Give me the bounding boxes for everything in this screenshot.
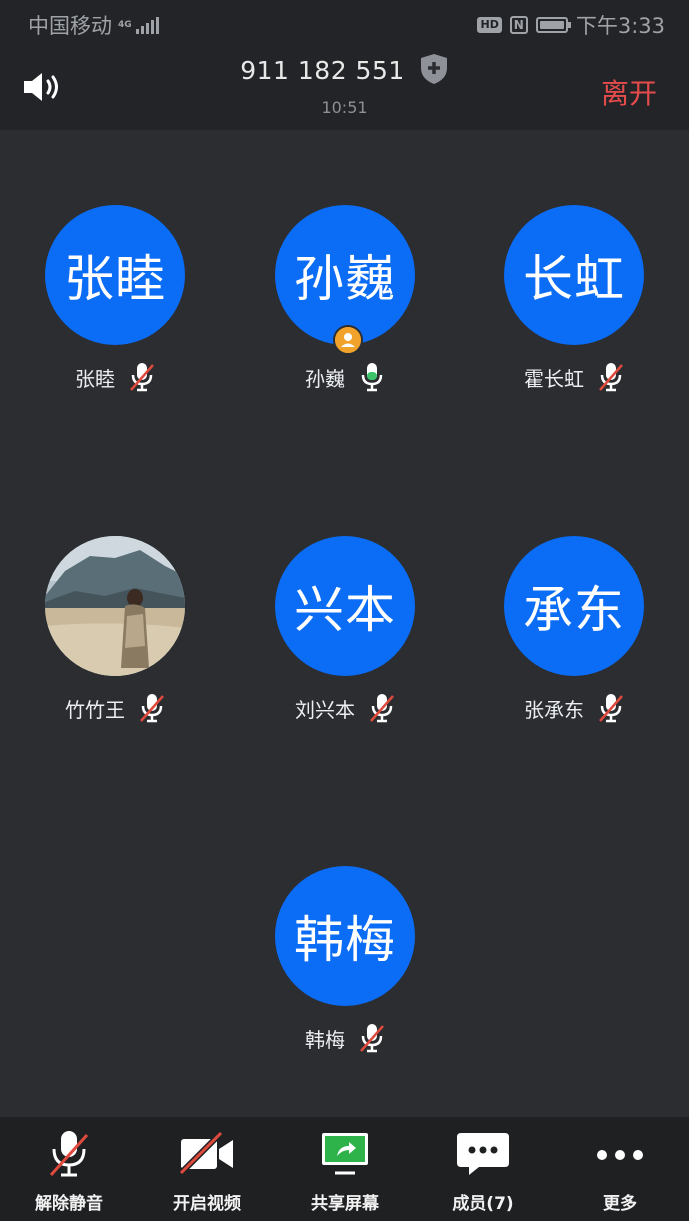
mic-active-icon <box>361 363 383 392</box>
unmute-button[interactable]: 解除静音 <box>0 1117 138 1221</box>
mic-muted-icon <box>130 363 154 392</box>
participant-name: 张承东 <box>524 697 584 722</box>
meeting-duration: 10:51 <box>321 98 368 117</box>
start-video-button[interactable]: 开启视频 <box>138 1117 276 1221</box>
meeting-header: 911 182 551 10:51 离开 <box>0 48 689 130</box>
participant-tile[interactable]: 竹竹王 <box>15 536 215 724</box>
clock: 下午3:33 <box>575 14 665 38</box>
mic-muted-icon <box>140 694 164 723</box>
more-dots-icon <box>597 1150 643 1160</box>
members-label: 成员(7) <box>452 1194 514 1214</box>
share-screen-label: 共享屏幕 <box>311 1194 379 1214</box>
security-shield-icon[interactable] <box>419 53 449 85</box>
battery-icon <box>535 17 571 33</box>
share-screen-icon <box>322 1133 368 1175</box>
unmute-label: 解除静音 <box>35 1194 103 1214</box>
participant-name: 孙巍 <box>305 366 345 391</box>
avatar-text: 承东 <box>523 581 625 639</box>
more-label: 更多 <box>603 1194 637 1214</box>
participant-tile[interactable]: 长虹 霍长虹 <box>474 205 674 393</box>
start-video-label: 开启视频 <box>173 1194 241 1214</box>
network-type: 4G <box>118 19 132 30</box>
carrier-label: 中国移动 <box>28 14 112 38</box>
avatar: 孙巍 <box>275 205 415 355</box>
meeting-toolbar: 解除静音 开启视频 共享屏幕 成员(7) 更多 <box>0 1117 689 1221</box>
participant-name: 韩梅 <box>305 1027 345 1052</box>
participant-tile[interactable]: 韩梅 韩梅 <box>245 866 445 1054</box>
meeting-id-text: 911 182 551 <box>240 56 405 85</box>
hd-icon: HD <box>477 17 502 33</box>
mic-muted-icon <box>49 1131 89 1177</box>
participant-name: 竹竹王 <box>65 697 125 722</box>
avatar: 承东 <box>504 536 644 676</box>
members-button[interactable]: 成员(7) <box>414 1117 552 1221</box>
avatar: 韩梅 <box>275 866 415 1006</box>
meeting-id: 911 182 551 <box>0 53 689 88</box>
video-off-icon <box>178 1130 233 1176</box>
avatar: 张睦 <box>45 205 185 345</box>
avatar: 长虹 <box>504 205 644 345</box>
mic-muted-icon <box>599 694 623 723</box>
participant-tile[interactable]: 张睦 张睦 <box>15 205 215 393</box>
more-button[interactable]: 更多 <box>551 1117 689 1221</box>
avatar: 兴本 <box>275 536 415 676</box>
leave-button[interactable]: 离开 <box>601 72 657 112</box>
avatar-text: 韩梅 <box>294 911 396 969</box>
avatar-text: 孙巍 <box>294 250 396 308</box>
avatar-text: 长虹 <box>523 250 625 308</box>
mic-muted-icon <box>360 1024 384 1053</box>
participant-tile[interactable]: 承东 张承东 <box>474 536 674 724</box>
mic-muted-icon <box>599 363 623 392</box>
avatar-photo <box>45 536 185 676</box>
chat-members-icon <box>457 1133 509 1175</box>
participant-name: 霍长虹 <box>524 366 584 391</box>
signal-icon <box>136 16 159 34</box>
avatar-text: 张睦 <box>64 250 166 308</box>
participant-tile[interactable]: 兴本 刘兴本 <box>245 536 445 724</box>
status-bar: 中国移动 4G HD N 下午3:33 <box>0 0 689 48</box>
avatar-text: 兴本 <box>294 581 396 639</box>
nfc-icon: N <box>509 16 528 34</box>
participant-name: 张睦 <box>75 366 115 391</box>
host-badge-icon <box>333 325 363 355</box>
participant-name: 刘兴本 <box>295 697 355 722</box>
share-screen-button[interactable]: 共享屏幕 <box>276 1117 414 1221</box>
participant-tile[interactable]: 孙巍 孙巍 <box>245 205 445 393</box>
landscape-photo <box>45 536 185 676</box>
mic-muted-icon <box>370 694 394 723</box>
